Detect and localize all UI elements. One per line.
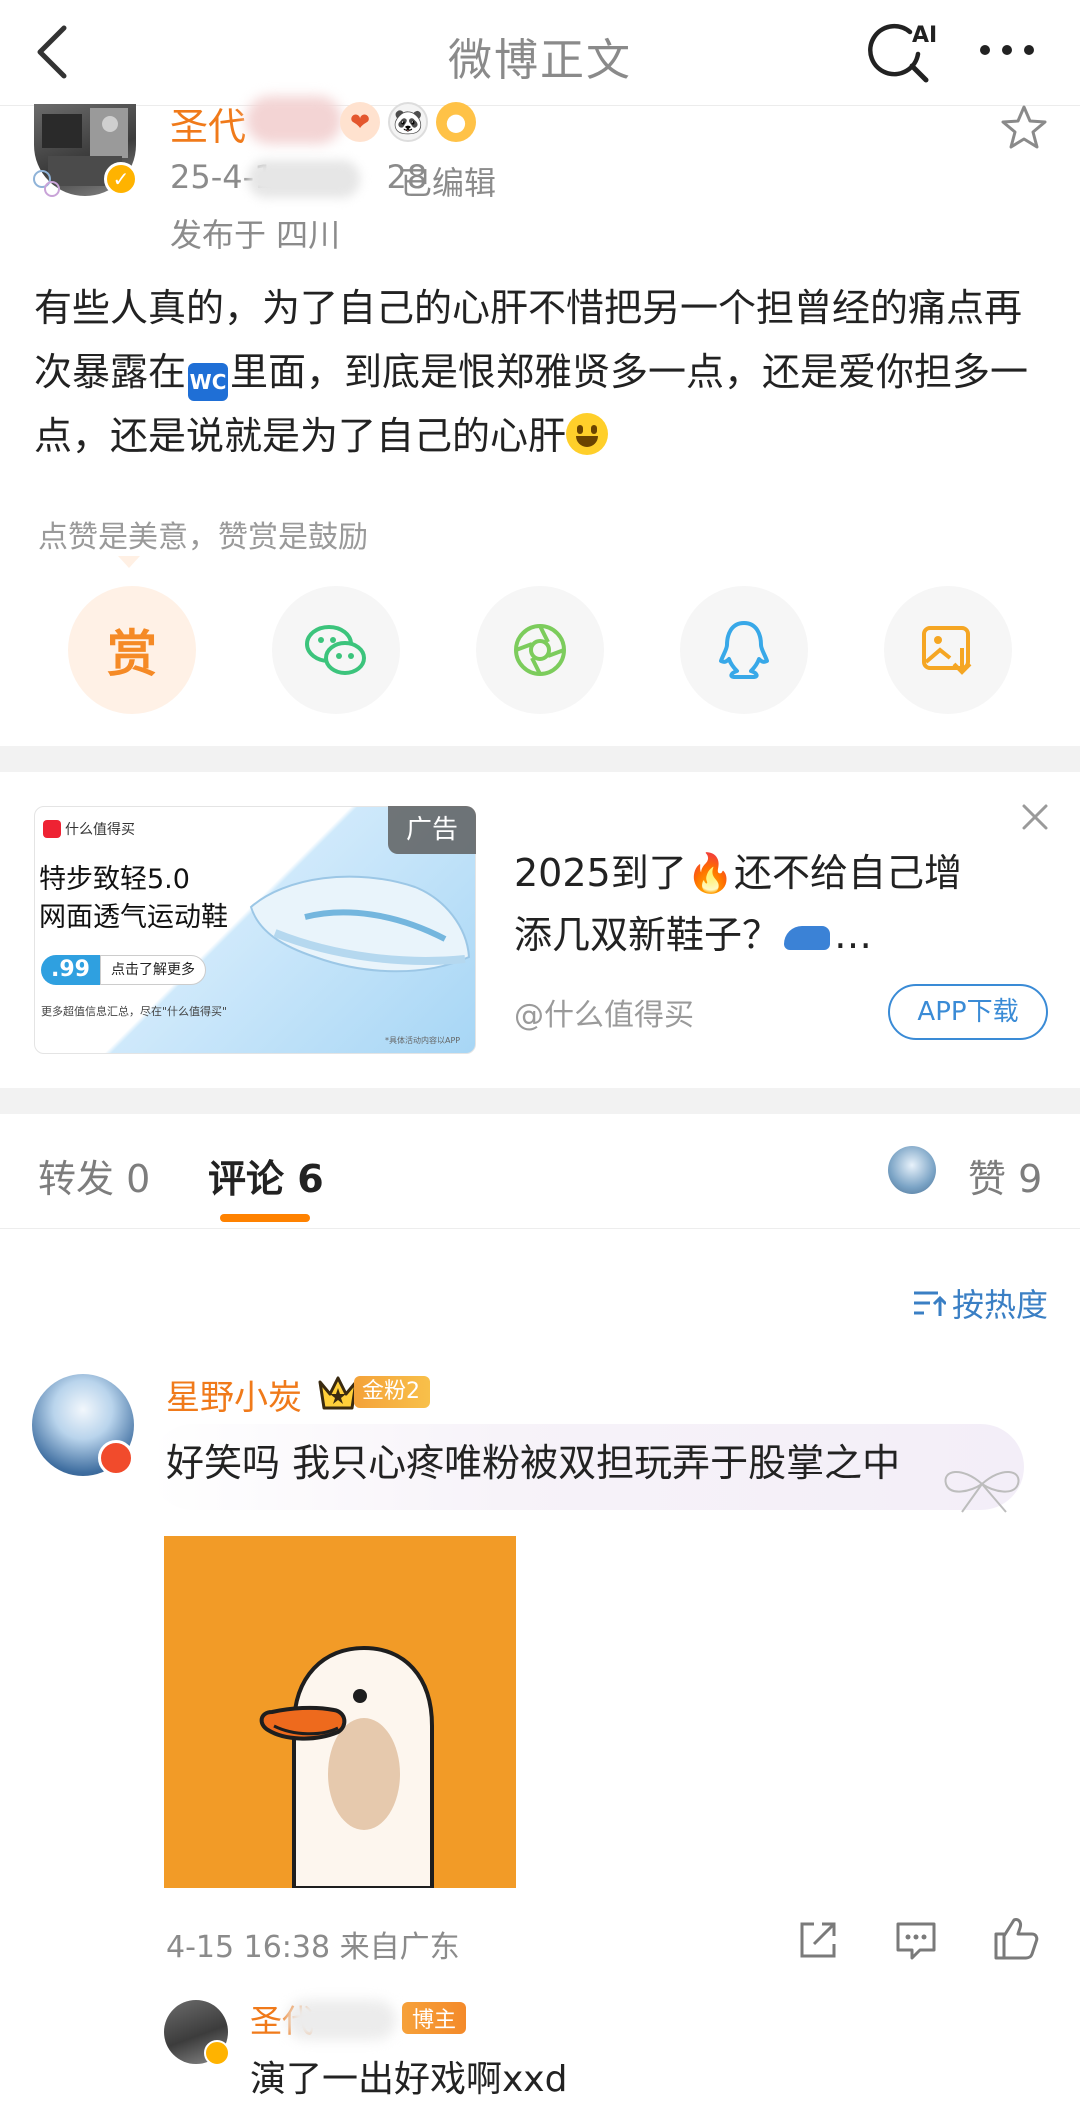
section-divider	[0, 746, 1080, 772]
close-icon[interactable]	[1018, 800, 1052, 834]
tab-comments[interactable]: 评论 6	[208, 1148, 324, 1203]
ad-image-title: 特步致轻5.0 网面透气运动鞋	[39, 864, 228, 933]
active-tab-indicator	[220, 1214, 310, 1222]
ad-text-line2: 添几双新鞋子？…	[514, 913, 873, 957]
sneaker-image	[249, 875, 471, 973]
blurred-time-part	[248, 160, 360, 198]
share-qq-button[interactable]	[680, 586, 808, 714]
author-badges: ❤ 🐼 ●	[340, 100, 476, 144]
thumbs-up-icon[interactable]	[992, 1914, 1040, 1962]
blurred-name-part	[286, 2000, 396, 2040]
share-wechat-button[interactable]	[272, 586, 400, 714]
ad-source[interactable]: @什么值得买	[514, 990, 694, 1034]
star-icon[interactable]	[1000, 104, 1048, 150]
liker-avatar[interactable]	[888, 1146, 936, 1194]
ad-image-price-row: .99 点击了解更多	[41, 955, 206, 985]
more-dots-icon[interactable]	[975, 28, 1039, 72]
blurred-name-part	[246, 96, 342, 144]
verified-badge-icon: ✓	[104, 162, 138, 196]
app-download-button[interactable]: APP下载	[888, 984, 1048, 1040]
ad-image-note: *具体活动内容以APP	[385, 1036, 461, 1045]
avatar-frame-deco-icon	[33, 170, 60, 197]
sort-by-hot-button[interactable]: 按热度	[912, 1280, 1048, 1326]
comment-text[interactable]: 好笑吗 我只心疼唯粉被双担玩弄于股掌之中	[166, 1432, 900, 1487]
tab-likes[interactable]: 赞 9	[968, 1148, 1042, 1203]
svg-text:AI: AI	[912, 23, 936, 48]
ad-image-brand: 什么值得买	[43, 819, 135, 839]
goose-illustration	[164, 1536, 516, 1888]
tab-repost[interactable]: 转发 0	[38, 1148, 150, 1203]
verified-badge-icon	[204, 2040, 230, 2066]
save-image-icon	[922, 626, 972, 675]
wechat-icon	[305, 625, 366, 675]
owner-badge: 博主	[402, 2002, 467, 2034]
ribbon-bow-icon	[944, 1471, 1020, 1513]
running-shoe-emoji-icon	[784, 926, 831, 950]
sort-label: 按热度	[952, 1286, 1049, 1324]
moments-icon	[514, 624, 566, 676]
save-image-button[interactable]	[884, 586, 1012, 714]
comment-meta: 4-15 16:38 来自广东	[166, 1930, 460, 1965]
fan-level-badge: 金粉2	[354, 1376, 430, 1408]
post-text: 有些人真的，为了自己的心肝不惜把另一个担曾经的痛点再次暴露在 WC里面，到底是恨郑…	[34, 276, 1054, 468]
comment-icon[interactable]	[894, 1918, 938, 1962]
wc-emoji-icon: WC	[188, 363, 229, 401]
ai-search-icon[interactable]: AI	[868, 20, 936, 84]
top-nav-bar: 微博正文 AI	[0, 0, 1080, 106]
share-icon[interactable]	[796, 1918, 840, 1962]
reward-hint: 点赞是美意，赞赏是鼓励	[38, 520, 368, 555]
ad-image-footer: 更多超值信息汇总，尽在"什么值得买"	[41, 1005, 228, 1018]
tab-divider	[0, 1228, 1080, 1229]
reward-button[interactable]: 赏	[68, 586, 196, 714]
fan-badge: 金粉2	[316, 1372, 430, 1412]
panda-badge-icon: 🐼	[388, 102, 428, 142]
section-divider	[0, 1088, 1080, 1114]
sort-icon	[914, 1291, 946, 1316]
lion-badge-icon: ●	[436, 102, 476, 142]
post-location: 发布于 四川	[170, 216, 341, 254]
grinning-face-emoji-icon	[566, 413, 609, 455]
share-moments-button[interactable]	[476, 586, 604, 714]
ad-text-line1: 2025到了🔥还不给自己增	[514, 851, 963, 895]
ad-label: 广告	[388, 806, 476, 854]
commenter-name[interactable]: 星野小炭	[166, 1370, 302, 1419]
comment-image[interactable]	[164, 1536, 516, 1888]
hint-pointer-icon	[118, 556, 140, 568]
edited-label[interactable]: 已编辑	[400, 158, 496, 204]
fire-badge-icon: ❤	[340, 102, 380, 142]
qq-icon	[719, 621, 769, 679]
author-name[interactable]: 圣代	[170, 96, 246, 151]
reply-text[interactable]: 演了一出好戏啊xxd	[250, 2050, 567, 2102]
verified-badge-icon	[98, 1440, 134, 1476]
fire-emoji-icon: 🔥	[686, 851, 735, 895]
reward-label: 赏	[107, 625, 157, 683]
ad-text[interactable]: 2025到了🔥还不给自己增 添几双新鞋子？…	[514, 842, 1024, 966]
